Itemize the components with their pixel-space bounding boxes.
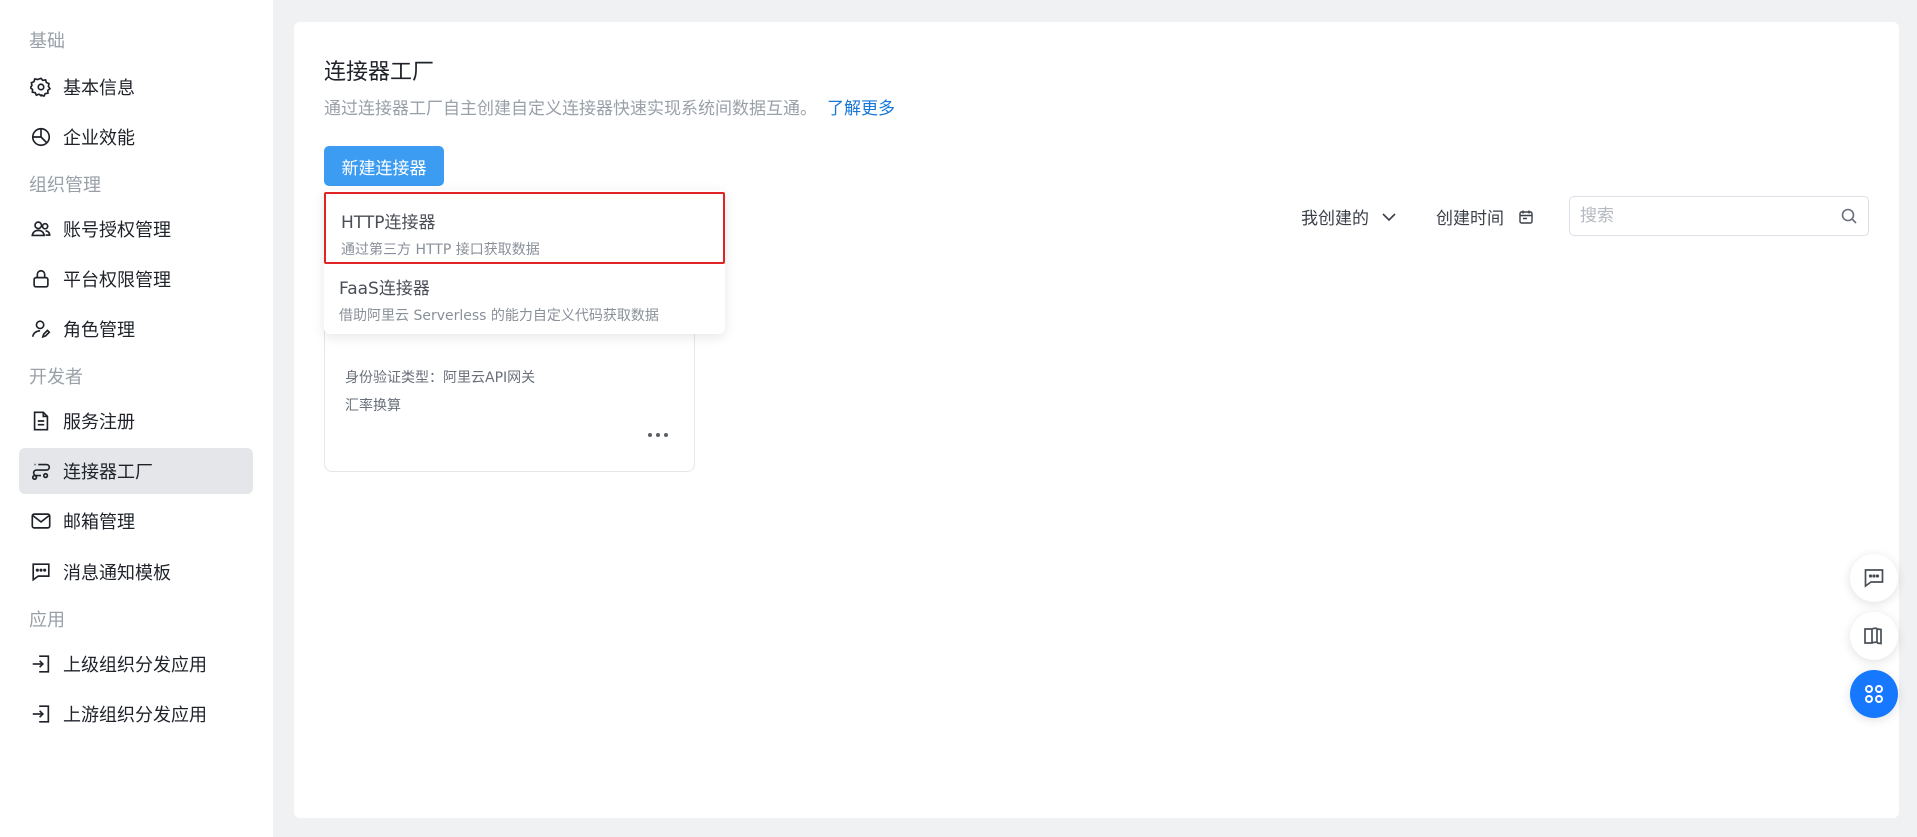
sidebar-item-label: 服务注册 xyxy=(63,412,135,433)
sidebar-item-connector-factory[interactable]: 连接器工厂 xyxy=(19,448,253,494)
sidebar-item-account-auth[interactable]: 账号授权管理 xyxy=(19,206,253,252)
section-title-app: 应用 xyxy=(29,610,65,631)
dropdown-item-subtitle: 借助阿里云 Serverless 的能力自定义代码获取数据 xyxy=(339,308,659,324)
filter-label: 创建时间 xyxy=(1436,209,1504,229)
sidebar-item-role[interactable]: 角色管理 xyxy=(19,306,253,352)
feedback-button[interactable] xyxy=(1850,554,1898,602)
card-name: 汇率换算 xyxy=(345,398,401,414)
user-edit-icon xyxy=(29,317,53,341)
page-description: 通过连接器工厂自主创建自定义连接器快速实现系统间数据互通。 了解更多 xyxy=(324,94,895,119)
document-icon xyxy=(29,409,53,433)
dropdown-item-http-connector[interactable]: HTTP连接器 通过第三方 HTTP 接口获取数据 xyxy=(324,192,725,264)
sidebar-item-efficiency[interactable]: 企业效能 xyxy=(19,114,253,160)
sidebar-item-label: 连接器工厂 xyxy=(63,462,153,483)
sidebar-item-basic-info[interactable]: 基本信息 xyxy=(19,64,253,110)
users-icon xyxy=(29,217,53,241)
login-icon xyxy=(29,652,53,676)
chat-icon xyxy=(1864,569,1884,588)
sidebar-item-mailbox[interactable]: 邮箱管理 xyxy=(19,498,253,544)
created-time-filter[interactable]: 创建时间 xyxy=(1436,204,1534,229)
mail-icon xyxy=(29,509,53,533)
dropdown-item-title: FaaS连接器 xyxy=(339,279,430,299)
sidebar: 基础 基本信息 企业效能 组织管理 账号授权管理 平台权限管理 角色管理 开发者 xyxy=(0,0,273,837)
apps-grid-icon xyxy=(1865,685,1883,703)
sidebar-item-label: 企业效能 xyxy=(63,128,135,149)
sidebar-item-label: 平台权限管理 xyxy=(63,270,171,291)
login-icon xyxy=(29,702,53,726)
apps-button[interactable] xyxy=(1850,670,1898,718)
search-box xyxy=(1569,196,1869,236)
book-icon xyxy=(1864,627,1882,645)
sidebar-item-label: 账号授权管理 xyxy=(63,220,171,241)
section-title-basic: 基础 xyxy=(29,31,65,52)
connector-icon xyxy=(29,459,53,483)
dropdown-item-faas-connector[interactable]: FaaS连接器 借助阿里云 Serverless 的能力自定义代码获取数据 xyxy=(324,260,725,332)
sidebar-item-label: 邮箱管理 xyxy=(63,512,135,533)
new-connector-dropdown: HTTP连接器 通过第三方 HTTP 接口获取数据 FaaS连接器 借助阿里云 … xyxy=(324,190,725,334)
sidebar-item-label: 角色管理 xyxy=(63,320,135,341)
learn-more-link[interactable]: 了解更多 xyxy=(827,99,895,119)
sidebar-item-label: 上级组织分发应用 xyxy=(63,655,207,676)
section-title-developer: 开发者 xyxy=(29,367,83,388)
gear-icon xyxy=(29,75,53,99)
more-icon[interactable] xyxy=(643,425,673,445)
sidebar-item-platform-permission[interactable]: 平台权限管理 xyxy=(19,256,253,302)
pie-chart-icon xyxy=(29,125,53,149)
sidebar-item-label: 消息通知模板 xyxy=(63,563,171,584)
section-title-org: 组织管理 xyxy=(29,175,101,196)
docs-button[interactable] xyxy=(1850,612,1898,660)
created-by-me-filter[interactable]: 我创建的 xyxy=(1301,204,1397,229)
card-auth-type: 身份验证类型：阿里云API网关 xyxy=(345,370,536,386)
search-input[interactable] xyxy=(1580,206,1840,226)
description-text: 通过连接器工厂自主创建自定义连接器快速实现系统间数据互通。 xyxy=(324,99,817,119)
sidebar-item-parent-org-app[interactable]: 上级组织分发应用 xyxy=(19,641,253,687)
page-title: 连接器工厂 xyxy=(324,60,435,85)
message-icon xyxy=(29,560,53,584)
dropdown-item-subtitle: 通过第三方 HTTP 接口获取数据 xyxy=(341,242,540,258)
sidebar-item-label: 上游组织分发应用 xyxy=(63,705,207,726)
search-icon[interactable] xyxy=(1840,207,1858,225)
new-connector-button[interactable]: 新建连接器 xyxy=(324,146,444,186)
calendar-icon xyxy=(1519,210,1533,224)
sidebar-item-service-registry[interactable]: 服务注册 xyxy=(19,398,253,444)
sidebar-item-upstream-org-app[interactable]: 上游组织分发应用 xyxy=(19,691,253,737)
main-panel: 连接器工厂 通过连接器工厂自主创建自定义连接器快速实现系统间数据互通。 了解更多 … xyxy=(294,22,1899,818)
dropdown-item-title: HTTP连接器 xyxy=(341,213,436,233)
lock-icon xyxy=(29,267,53,291)
sidebar-item-message-template[interactable]: 消息通知模板 xyxy=(19,549,253,595)
filter-label: 我创建的 xyxy=(1301,209,1369,229)
chevron-down-icon xyxy=(1382,212,1396,221)
sidebar-item-label: 基本信息 xyxy=(63,78,135,99)
